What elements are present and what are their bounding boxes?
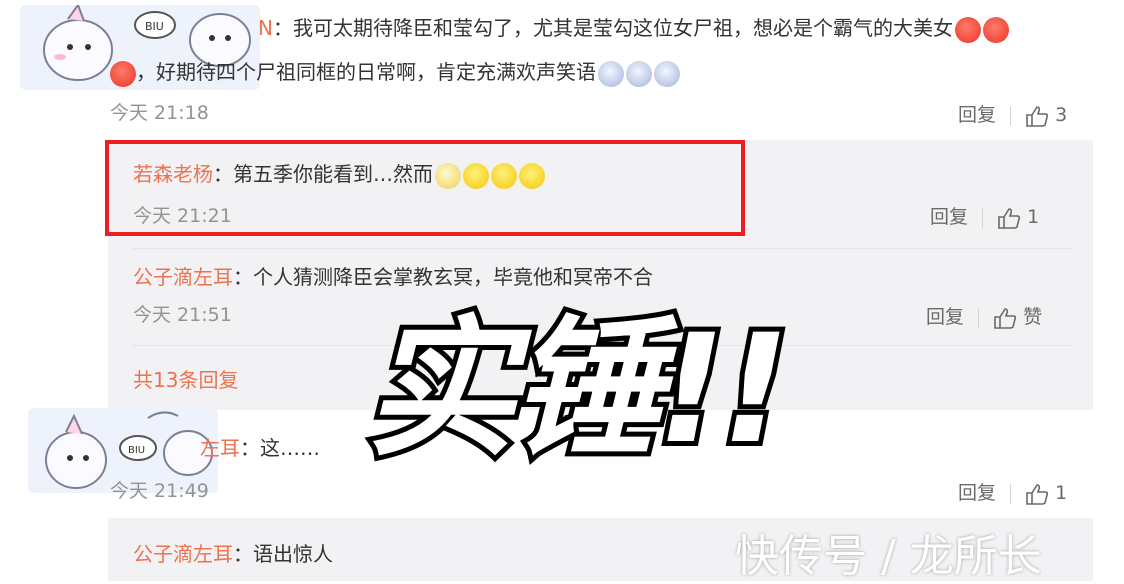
reply-button[interactable]: 回复 xyxy=(958,482,996,504)
comment-2-line: 左耳：这…… xyxy=(200,436,320,460)
svg-text:BIU: BIU xyxy=(145,20,164,33)
reply-1-actions: 回复 1 xyxy=(930,202,1039,229)
shocked-emoji-icon xyxy=(654,60,680,87)
like-count: 1 xyxy=(1055,482,1068,504)
reply-2-actions: 回复 赞 xyxy=(926,302,1042,329)
overlay-caption: 实锤!! xyxy=(365,303,790,477)
divider xyxy=(982,207,984,228)
svg-text:BIU: BIU xyxy=(128,445,145,456)
reply-2: 公子滴左耳：个人猜测降臣会掌教玄冥，毕竟他和冥帝不合 xyxy=(133,265,653,289)
comment-2-time: 今天 21:49 xyxy=(110,480,209,502)
highlight-box xyxy=(105,140,745,236)
more-replies-link[interactable]: 共13条回复 xyxy=(133,364,238,393)
comment-1-line-1: N：我可太期待降臣和莹勾了，尤其是莹勾这位女尸祖，想必是个霸气的大美女 xyxy=(258,13,1009,43)
like-button[interactable]: 1 xyxy=(997,206,1040,229)
thumbs-up-icon xyxy=(994,307,1017,329)
divider xyxy=(978,307,980,328)
thumbs-up-icon xyxy=(1026,483,1049,505)
thumbs-up-icon xyxy=(1026,105,1049,127)
comment-1-time: 今天 21:18 xyxy=(110,102,209,124)
reply-button[interactable]: 回复 xyxy=(958,104,996,126)
reply-button[interactable]: 回复 xyxy=(930,206,968,228)
reply-button[interactable]: 回复 xyxy=(926,306,964,328)
reply-3: 公子滴左耳：语出惊人 xyxy=(133,542,333,566)
shocked-emoji-icon xyxy=(626,60,652,87)
heart-eyes-emoji-icon xyxy=(982,16,1009,43)
like-button[interactable]: 赞 xyxy=(993,306,1043,329)
heart-eyes-emoji-icon xyxy=(110,60,136,87)
shocked-emoji-icon xyxy=(598,60,624,87)
reply-3-username[interactable]: 公子滴左耳 xyxy=(133,542,233,566)
comment-1-line-2: ，好期待四个尸祖同框的日常啊，肯定充满欢声笑语 xyxy=(110,57,680,87)
comment-2-actions: 回复 1 xyxy=(958,478,1067,505)
like-button[interactable]: 3 xyxy=(1025,104,1068,127)
watermark: 快传号 / 龙所长 xyxy=(735,531,1042,582)
like-button[interactable]: 1 xyxy=(1025,482,1068,505)
divider xyxy=(1010,105,1012,126)
divider xyxy=(133,248,1073,249)
divider xyxy=(1010,483,1012,504)
comment-1-actions: 回复 3 xyxy=(958,100,1067,127)
like-count: 3 xyxy=(1055,104,1068,126)
reply-2-time: 今天 21:51 xyxy=(133,304,232,326)
like-label: 赞 xyxy=(1023,306,1043,328)
reply-2-username[interactable]: 公子滴左耳 xyxy=(133,265,233,289)
comment-1-username[interactable]: N xyxy=(258,16,273,40)
thumbs-up-icon xyxy=(998,207,1021,229)
heart-eyes-emoji-icon xyxy=(954,16,981,43)
comment-2-username[interactable]: 左耳 xyxy=(200,436,240,460)
like-count: 1 xyxy=(1027,206,1040,228)
